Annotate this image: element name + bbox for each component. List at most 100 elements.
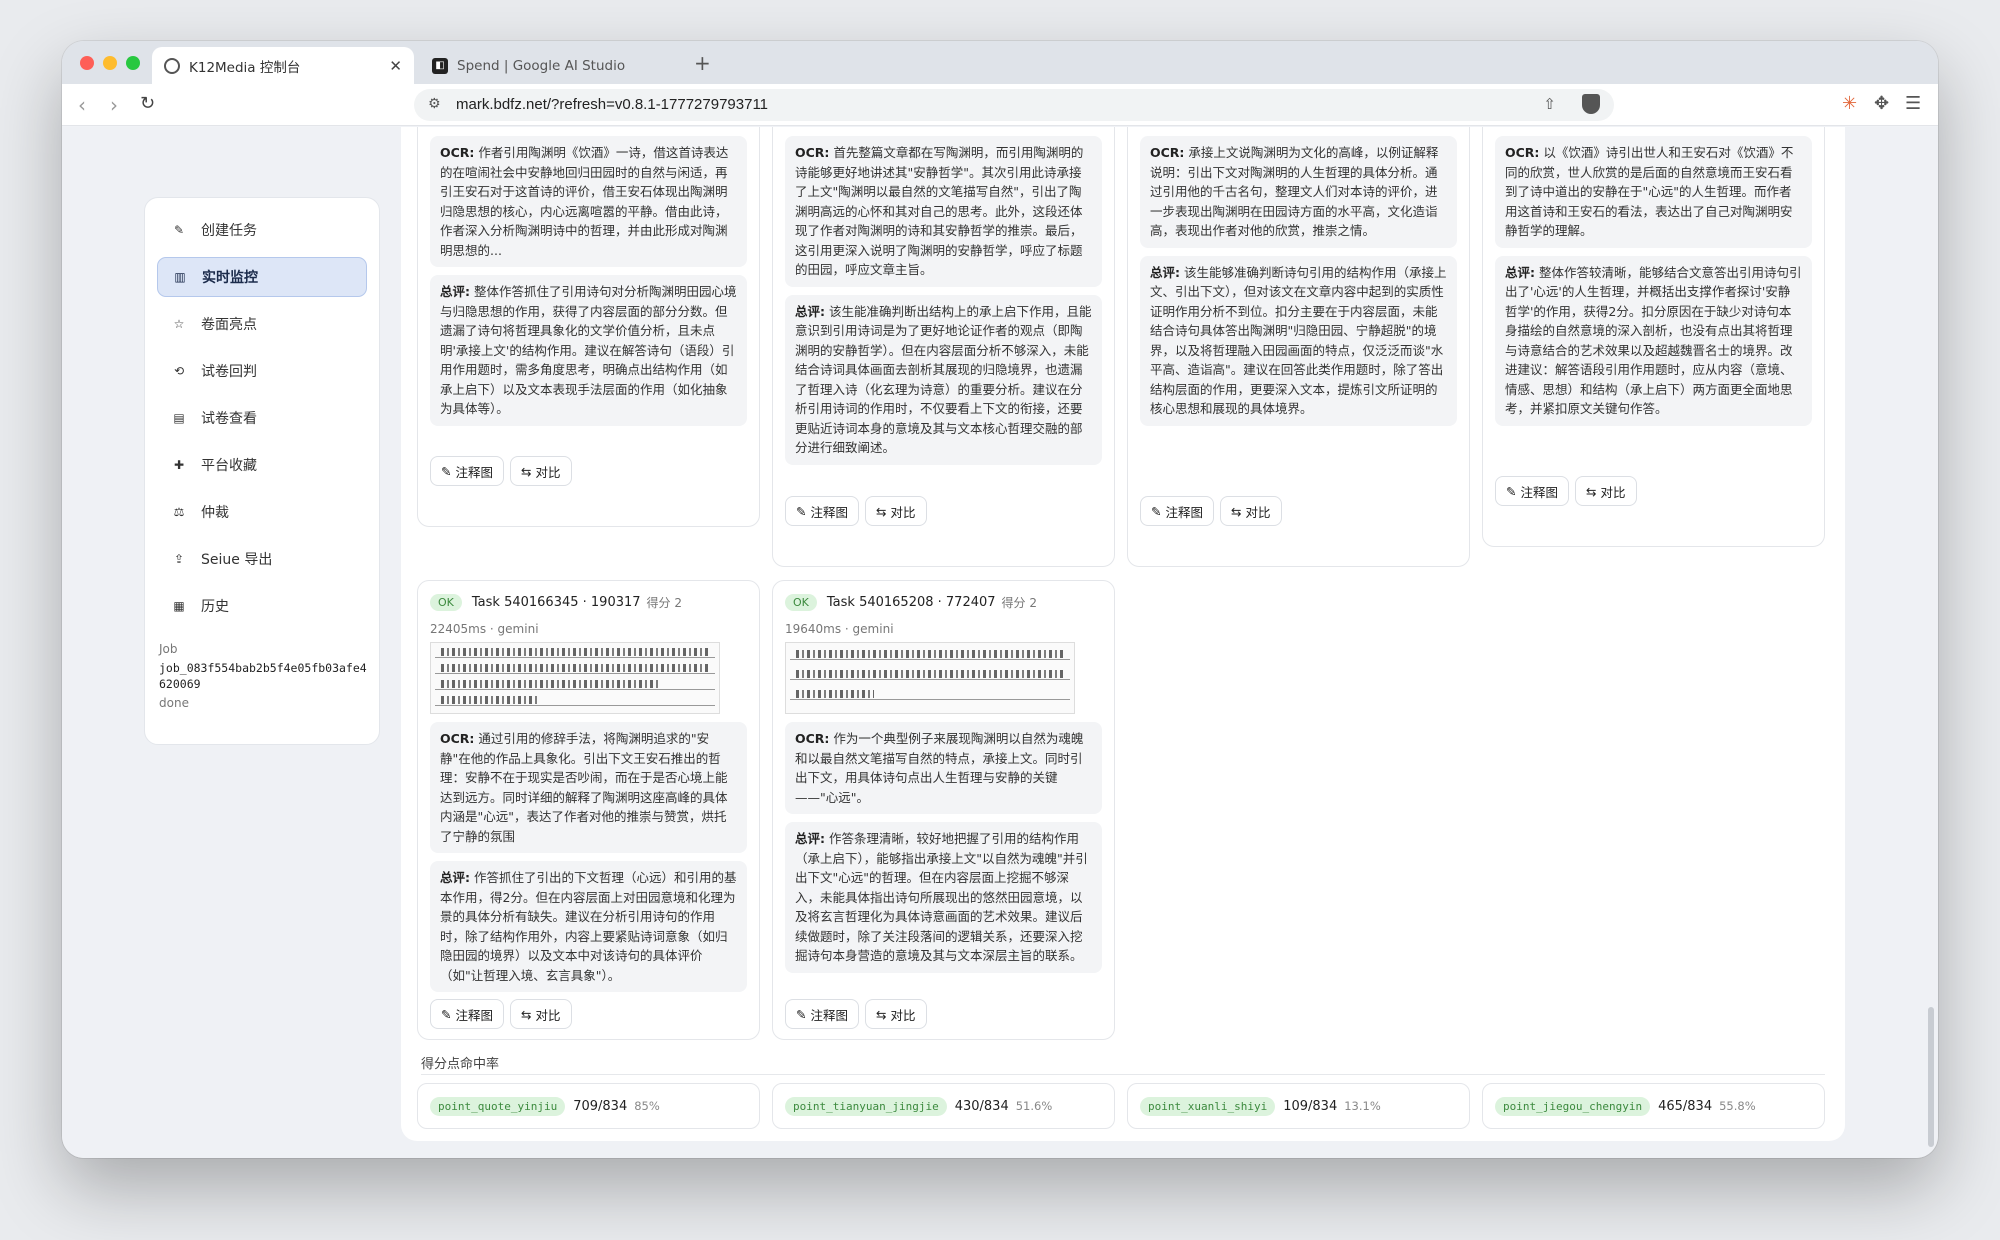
button-label: 注释图 xyxy=(455,1007,493,1023)
button-label: 对比 xyxy=(890,1007,916,1023)
tab-google-ai-studio[interactable]: ◧ Spend | Google AI Studio xyxy=(420,47,682,84)
compare-icon: ⇆ xyxy=(521,463,532,479)
page-content: ✎ 创建任务 ▥ 实时监控 ☆ 卷面亮点 ⟲ 试卷回判 ▤ 试卷查看 ✚ 平台收… xyxy=(62,127,1938,1158)
sidebar-item-highlights[interactable]: ☆ 卷面亮点 xyxy=(157,304,367,344)
url-text[interactable]: mark.bdfz.net/?refresh=v0.8.1-1777279793… xyxy=(456,96,768,113)
compare-button[interactable]: ⇆ 对比 xyxy=(510,456,572,486)
menu-icon[interactable]: ☰ xyxy=(1905,93,1921,114)
ocr-text: 承接上文说陶渊明为文化的高峰，以例证解释说明：引出下文对陶渊明的人生哲理的具体分… xyxy=(1150,145,1439,238)
sidebar-item-history[interactable]: ▦ 历史 xyxy=(157,586,367,626)
address-bar[interactable]: ⚙ mark.bdfz.net/?refresh=v0.8.1-17772797… xyxy=(414,89,1614,121)
sidebar-item-label: Seiue 导出 xyxy=(201,552,273,568)
annotate-button[interactable]: ✎ 注释图 xyxy=(785,999,859,1029)
compare-button[interactable]: ⇆ 对比 xyxy=(865,496,927,526)
maximize-window-button[interactable] xyxy=(126,56,140,70)
button-label: 对比 xyxy=(535,464,561,480)
button-label: 注释图 xyxy=(1520,484,1558,500)
result-card: OCR: 以《饮酒》诗引出世人和王安石对《饮酒》不同的欣赏，世人欣赏的是后面的自… xyxy=(1482,127,1825,547)
comment-label: 总评: xyxy=(795,303,825,319)
tab-title: K12Media 控制台 xyxy=(189,59,301,76)
compare-button[interactable]: ⇆ 对比 xyxy=(1220,496,1282,526)
sidebar-item-label: 试卷查看 xyxy=(201,411,257,427)
task-title: Task 540165208 · 772407 xyxy=(826,594,996,610)
sidebar-item-label: 历史 xyxy=(201,599,229,615)
job-id: job_083f554bab2b5f4e05fb03afe4620069 xyxy=(159,661,367,691)
ocr-text: 通过引用的修辞手法，将陶渊明追求的"安静"在他的作品上具象化。引出下文王安石推出… xyxy=(440,731,728,844)
button-label: 注释图 xyxy=(810,504,848,520)
page-scrollbar[interactable] xyxy=(1928,1007,1934,1147)
point-tag: point_quote_yinjiu xyxy=(430,1096,566,1116)
result-card: OK Task 540166345 · 190317 得分 2 22405ms … xyxy=(417,580,760,1040)
hit-rate-item: point_jiegou_chengyin 465/834 55.8% xyxy=(1482,1083,1825,1129)
image-icon: ▤ xyxy=(173,411,185,425)
extensions-icon[interactable]: ✥ xyxy=(1874,93,1889,114)
hit-rate-item: point_quote_yinjiu 709/834 85% xyxy=(417,1083,760,1129)
close-window-button[interactable] xyxy=(80,56,94,70)
new-tab-button[interactable]: + xyxy=(694,51,711,75)
hit-percent: 55.8% xyxy=(1719,1099,1756,1113)
comment-box: 总评: 该生能准确判断出结构上的承上启下作用，且能意识到引用诗词是为了更好地论证… xyxy=(785,294,1102,465)
leo-ai-icon[interactable]: ✳ xyxy=(1842,93,1857,114)
comment-label: 总评: xyxy=(1505,264,1535,280)
compare-icon: ⇆ xyxy=(1231,503,1242,519)
annotate-button[interactable]: ✎ 注释图 xyxy=(430,999,504,1029)
close-tab-icon[interactable]: ✕ xyxy=(389,57,402,75)
annotate-button[interactable]: ✎ 注释图 xyxy=(1140,496,1214,526)
ocr-box: OCR: 作为一个典型例子来展现陶渊明以自然为魂魄和以最自然文笔描写自然的特点，… xyxy=(785,722,1102,814)
ocr-label: OCR: xyxy=(1505,145,1540,160)
window-controls xyxy=(80,56,140,70)
hit-percent: 13.1% xyxy=(1344,1099,1381,1113)
annotate-button[interactable]: ✎ 注释图 xyxy=(785,496,859,526)
main-panel: OCR: 作者引用陶渊明《饮酒》一诗，借这首诗表达的在喧闹社会中安静地回归田园时… xyxy=(401,127,1845,1141)
ocr-box: OCR: 以《饮酒》诗引出世人和王安石对《饮酒》不同的欣赏，世人欣赏的是后面的自… xyxy=(1495,136,1812,248)
button-label: 注释图 xyxy=(810,1007,848,1023)
sidebar-item-arbitration[interactable]: ⚖ 仲裁 xyxy=(157,492,367,532)
answer-scan-image[interactable] xyxy=(430,642,720,714)
comment-box: 总评: 作答抓住了引出的下文哲理（心远）和引用的基本作用，得2分。但在内容层面上… xyxy=(430,861,747,992)
share-icon[interactable]: ⇧ xyxy=(1543,95,1556,113)
compare-button[interactable]: ⇆ 对比 xyxy=(1575,476,1637,506)
note-icon: ✎ xyxy=(1506,483,1517,499)
comment-text: 整体作答抓住了引用诗句对分析陶渊明田园心境与归隐思想的作用，获得了内容层面的部分… xyxy=(440,284,737,416)
forward-icon[interactable]: › xyxy=(110,93,118,117)
point-tag: point_tianyuan_jingjie xyxy=(785,1096,947,1116)
compare-icon: ⇆ xyxy=(521,1006,532,1022)
reload-icon[interactable]: ↻ xyxy=(140,93,155,114)
site-settings-icon[interactable]: ⚙ xyxy=(428,96,441,112)
ocr-text: 以《饮酒》诗引出世人和王安石对《饮酒》不同的欣赏，世人欣赏的是后面的自然意境而王… xyxy=(1505,145,1794,238)
compare-button[interactable]: ⇆ 对比 xyxy=(510,999,572,1029)
answer-scan-image[interactable] xyxy=(785,642,1075,714)
scales-icon: ⚖ xyxy=(173,505,185,519)
sidebar-item-regrade[interactable]: ⟲ 试卷回判 xyxy=(157,351,367,391)
ocr-label: OCR: xyxy=(440,145,475,160)
sidebar-item-realtime-monitor[interactable]: ▥ 实时监控 xyxy=(157,257,367,297)
annotate-button[interactable]: ✎ 注释图 xyxy=(1495,476,1569,506)
ocr-box: OCR: 承接上文说陶渊明为文化的高峰，以例证解释说明：引出下文对陶渊明的人生哲… xyxy=(1140,136,1457,248)
comment-text: 作答条理清晰，较好地把握了引用的结构作用（承上启下），能够指出承接上文"以自然为… xyxy=(795,831,1088,963)
globe-icon xyxy=(164,57,180,74)
sidebar-item-create-task[interactable]: ✎ 创建任务 xyxy=(157,210,367,250)
comment-text: 该生能准确判断出结构上的承上启下作用，且能意识到引用诗词是为了更好地论证作者的观… xyxy=(795,303,1092,456)
back-icon[interactable]: ‹ xyxy=(78,93,86,117)
annotate-button[interactable]: ✎ 注释图 xyxy=(430,456,504,486)
compare-button[interactable]: ⇆ 对比 xyxy=(865,999,927,1029)
ocr-box: OCR: 通过引用的修辞手法，将陶渊明追求的"安静"在他的作品上具象化。引出下文… xyxy=(430,722,747,853)
ocr-label: OCR: xyxy=(440,731,475,746)
ocr-label: OCR: xyxy=(795,731,830,746)
tab-k12media[interactable]: K12Media 控制台 ✕ xyxy=(152,47,414,84)
pin-icon: ✚ xyxy=(173,458,185,472)
sidebar-item-label: 仲裁 xyxy=(201,505,229,521)
brave-shield-icon[interactable] xyxy=(1582,94,1600,114)
sidebar-item-label: 卷面亮点 xyxy=(201,317,257,333)
comment-text: 整体作答较清晰，能够结合文意答出引用诗句引出了'心远'的人生哲理，并概括出支撑作… xyxy=(1505,264,1802,417)
minimize-window-button[interactable] xyxy=(103,56,117,70)
sidebar-item-seiue-export[interactable]: ⇪ Seiue 导出 xyxy=(157,539,367,579)
note-icon: ✎ xyxy=(796,1006,807,1022)
sidebar-item-view-papers[interactable]: ▤ 试卷查看 xyxy=(157,398,367,438)
tab-title: Spend | Google AI Studio xyxy=(457,57,626,74)
result-card: OCR: 首先整篇文章都在写陶渊明，而引用陶渊明的诗能够更好地讲述其"安静哲学"… xyxy=(772,127,1115,567)
point-tag: point_xuanli_shiyi xyxy=(1140,1096,1276,1116)
sidebar-item-label: 实时监控 xyxy=(202,270,258,286)
sidebar-item-favorites[interactable]: ✚ 平台收藏 xyxy=(157,445,367,485)
hit-count: 430/834 xyxy=(954,1098,1009,1114)
